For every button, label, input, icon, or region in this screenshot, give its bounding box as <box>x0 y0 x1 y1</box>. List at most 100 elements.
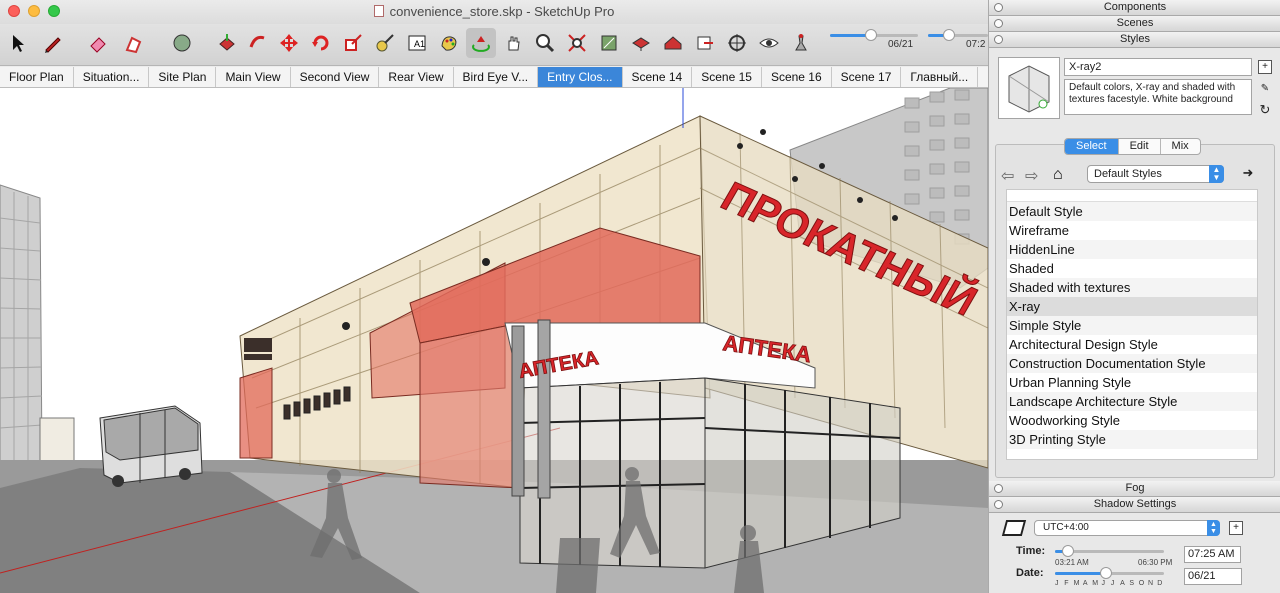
home-icon[interactable]: ⌂ <box>1053 166 1063 184</box>
style-description-field[interactable]: Default colors, X-ray and shaded with te… <box>1064 79 1252 115</box>
shapes-tool-button[interactable] <box>167 28 197 58</box>
fog-panel-header[interactable]: Fog <box>989 481 1280 497</box>
style-list-item[interactable]: X-ray <box>1007 297 1257 316</box>
scene-tab[interactable]: Site Plan <box>149 67 217 87</box>
shadow-toggle-icon[interactable] <box>1001 520 1027 536</box>
date-field[interactable]: 06/21 <box>1184 568 1242 585</box>
scene-tab[interactable]: Floor Plan <box>0 67 74 87</box>
scene-tab[interactable]: Scene 17 <box>832 67 902 87</box>
style-list-item[interactable]: Architectural Design Style <box>1007 335 1257 354</box>
back-arrow-icon[interactable]: ⇦ <box>1001 166 1014 186</box>
style-list-item[interactable]: Simple Style <box>1007 316 1257 335</box>
style-library-dropdown[interactable]: Default Styles ▲ ▼ <box>1087 165 1224 183</box>
scene-tab[interactable]: Situation... <box>74 67 150 87</box>
style-list-item[interactable]: Default Style <box>1007 202 1257 221</box>
style-list-item[interactable]: Shaded with textures <box>1007 278 1257 297</box>
panel-toggle-icon <box>994 484 1003 493</box>
toolbar-time-slider[interactable] <box>928 29 988 41</box>
tape-measure-tool-button[interactable] <box>370 28 400 58</box>
section-plane-tool-button[interactable] <box>594 28 624 58</box>
scene-tab[interactable]: Second View <box>291 67 380 87</box>
text-label-tool-button[interactable]: A1 <box>402 28 432 58</box>
style-list-item[interactable]: Landscape Architecture Style <box>1007 392 1257 411</box>
zoom-tool-button[interactable] <box>530 28 560 58</box>
time-slider-knob[interactable] <box>1062 545 1075 557</box>
time-slider[interactable] <box>1055 545 1164 557</box>
orbit-tool-button[interactable] <box>466 28 496 58</box>
paint-tool-button[interactable] <box>434 28 464 58</box>
tab-edit[interactable]: Edit <box>1119 139 1161 154</box>
pencil-tool-button[interactable] <box>38 28 68 58</box>
style-list-item[interactable]: HiddenLine <box>1007 240 1257 259</box>
walk-icon <box>795 34 807 51</box>
tab-mix[interactable]: Mix <box>1161 139 1200 154</box>
eraser-tool-button[interactable] <box>82 28 112 58</box>
refresh-icon[interactable]: ↻ <box>1258 103 1272 118</box>
export-tool-button[interactable] <box>690 28 720 58</box>
forward-arrow-icon[interactable]: ⇨ <box>1025 166 1038 186</box>
scene-tab[interactable]: Главный... <box>901 67 979 87</box>
scene-tab[interactable]: Scene 16 <box>762 67 832 87</box>
push-pull-tool-button[interactable] <box>212 28 242 58</box>
scenes-panel-header[interactable]: Scenes <box>989 16 1280 32</box>
scene-tab[interactable]: Scene 15 <box>692 67 762 87</box>
toolbar-time-slider-knob[interactable] <box>943 29 955 41</box>
dropdown-arrow-icon: ▲ ▼ <box>1207 520 1220 536</box>
style-list-item[interactable]: Woodworking Style <box>1007 411 1257 430</box>
details-menu-icon[interactable]: ➜ <box>1241 166 1255 181</box>
warehouse-tool-button[interactable] <box>658 28 688 58</box>
scene-tab-bar: Floor Plan Situation... Site Plan Main View… <box>0 67 988 88</box>
zoom-extents-tool-button[interactable] <box>562 28 592 58</box>
toolbar-date-slider[interactable] <box>830 29 918 41</box>
style-list-item[interactable]: 3D Printing Style <box>1007 430 1257 449</box>
panel-toggle-icon <box>994 35 1003 44</box>
style-name-field[interactable]: X-ray2 <box>1064 58 1252 76</box>
shadow-expand-icon[interactable]: + <box>1229 521 1243 535</box>
update-style-icon[interactable]: ✎ <box>1258 83 1272 97</box>
shadow-settings: UTC+4:00 ▲ ▼ + Time: 03:21 AM 06:30 PM 07:… <box>989 513 1280 593</box>
pencil-icon <box>45 37 61 53</box>
shadow-panel-header[interactable]: Shadow Settings <box>989 497 1280 513</box>
scale-tool-button[interactable] <box>338 28 368 58</box>
style-list-item[interactable]: Wireframe <box>1007 221 1257 240</box>
zoom-icon <box>536 34 555 53</box>
components-panel-header[interactable]: Components <box>989 0 1280 16</box>
orbit-icon <box>472 36 490 52</box>
time-field[interactable]: 07:25 AM <box>1184 546 1241 563</box>
components-tool-button[interactable] <box>626 28 656 58</box>
month-tick: N <box>1148 580 1154 587</box>
scene-tab[interactable]: Entry Clos... <box>538 67 623 87</box>
tab-select[interactable]: Select <box>1065 139 1119 154</box>
look-around-tool-button[interactable] <box>754 28 784 58</box>
sunset-label: 06:30 PM <box>1138 558 1173 567</box>
timezone-select[interactable]: UTC+4:00 ▲ ▼ <box>1034 520 1220 536</box>
scene-tab[interactable]: Main View <box>216 67 291 87</box>
date-slider[interactable] <box>1055 567 1164 579</box>
month-tick: F <box>1064 580 1069 587</box>
month-tick: A <box>1082 580 1088 587</box>
model-viewport[interactable]: ПРОКАТНЫЙ АПТЕКА АПТЕКА <box>0 88 988 593</box>
paint-bucket-tool-button[interactable] <box>118 28 148 58</box>
time-label: Time: <box>1016 545 1046 557</box>
tape-measure-icon <box>376 34 394 52</box>
styles-panel-header[interactable]: Styles <box>989 32 1280 48</box>
rotate-tool-button[interactable] <box>306 28 336 58</box>
scale-icon <box>345 34 362 51</box>
style-list-item[interactable]: Construction Documentation Style <box>1007 354 1257 373</box>
walk-tool-button[interactable] <box>786 28 816 58</box>
select-tool-button[interactable] <box>2 28 32 58</box>
scene-tab[interactable]: Rear View <box>379 67 454 87</box>
toolbar-date-slider-knob[interactable] <box>865 29 878 41</box>
style-list-item[interactable]: Shaded <box>1007 259 1257 278</box>
position-camera-tool-button[interactable] <box>722 28 752 58</box>
create-style-icon[interactable]: + <box>1258 60 1272 74</box>
date-slider-knob[interactable] <box>1100 567 1113 579</box>
pan-tool-button[interactable] <box>498 28 528 58</box>
scene-tab[interactable]: Bird Eye V... <box>454 67 539 87</box>
follow-me-tool-button[interactable] <box>242 28 272 58</box>
move-tool-button[interactable] <box>274 28 304 58</box>
scene-tab[interactable]: Scene 14 <box>623 67 693 87</box>
svg-text:A1: A1 <box>414 39 425 49</box>
move-icon <box>280 34 298 52</box>
style-list-item[interactable]: Urban Planning Style <box>1007 373 1257 392</box>
